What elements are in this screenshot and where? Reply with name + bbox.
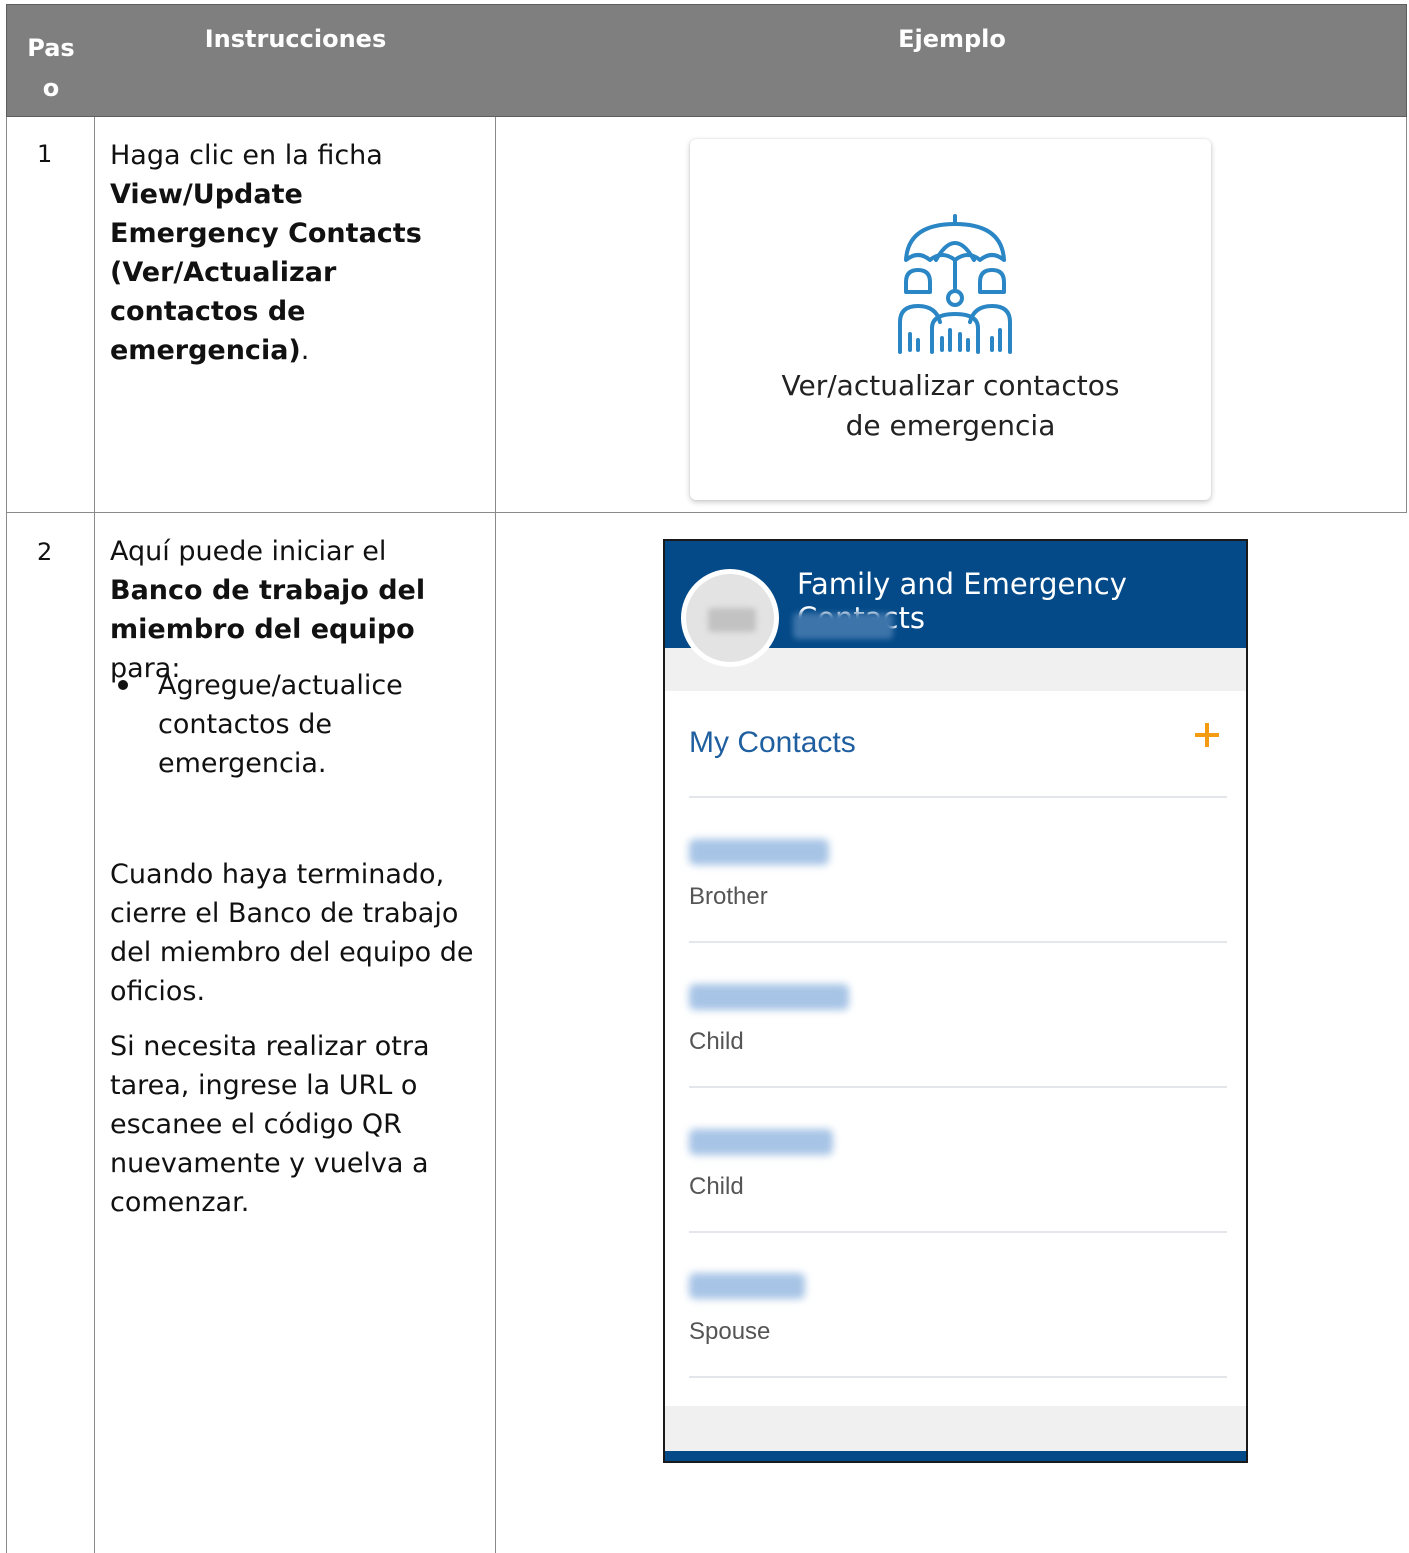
row-divider (6, 512, 1407, 513)
header-example: Ejemplo (898, 25, 1006, 53)
contact-relation: Spouse (689, 1318, 771, 1345)
contacts-card: My Contacts Brother Child Child Spouse (665, 691, 1246, 1406)
tile-label-line1: Ver/actualizar contactos (781, 369, 1120, 402)
header-instructions: Instrucciones (204, 25, 387, 53)
contact-name-redacted[interactable] (689, 1129, 833, 1155)
contacts-screenshot: Family and Emergency Contacts My Contact… (663, 539, 1248, 1463)
plus-icon[interactable] (1195, 723, 1219, 747)
step-number-2: 2 (37, 538, 53, 566)
separator (689, 941, 1227, 943)
step-2-text: Aquí puede iniciar el (110, 536, 387, 567)
step-number-1: 1 (37, 140, 53, 168)
contact-name-redacted[interactable] (689, 1273, 805, 1299)
header-step-line2: o (42, 74, 60, 102)
column-divider-2 (495, 117, 496, 1553)
contact-relation: Child (689, 1028, 744, 1055)
step-1-text: Haga clic en la ficha (110, 140, 383, 171)
tile-label: Ver/actualizar contactos de emergencia (690, 366, 1211, 446)
column-divider-1 (94, 117, 95, 1553)
bullet-text: Agregue/actualice contactos de emergenci… (158, 670, 403, 779)
step-1-text-end: . (300, 335, 310, 366)
header-step: Pas o (7, 5, 95, 118)
separator (689, 796, 1227, 798)
umbrella-family-icon (898, 214, 1012, 354)
tile-label-line2: de emergencia (845, 409, 1056, 442)
step-1-bold: View/Update Emergency Contacts (Ver/Actu… (110, 179, 422, 366)
bullet-item: Agregue/actualice contactos de emergenci… (118, 666, 448, 783)
bullet-dot (118, 680, 128, 690)
table-header: Pas o Instrucciones Ejemplo (6, 4, 1407, 117)
app-footer (665, 1451, 1246, 1461)
table-border-right (1406, 117, 1407, 512)
step-2-instructions: Aquí puede iniciar el Banco de trabajo d… (110, 532, 480, 688)
step-2-paragraph-2: Cuando haya terminado, cierre el Banco d… (110, 859, 474, 1007)
table-border-left (6, 117, 7, 1553)
step-2-bold: Banco de trabajo del miembro del equipo (110, 575, 426, 645)
step-1-instructions: Haga clic en la ficha View/Update Emerge… (110, 136, 480, 370)
separator (689, 1231, 1227, 1233)
avatar (681, 569, 779, 667)
contact-relation: Brother (689, 883, 768, 910)
contact-name-redacted[interactable] (689, 839, 829, 865)
step-2-paragraph-3: Si necesita realizar otra tarea, ingrese… (110, 1031, 430, 1218)
avatar-initials-redacted (708, 608, 756, 632)
header-subtitle-redacted (793, 613, 893, 639)
contact-relation: Child (689, 1173, 744, 1200)
header-step-line1: Pas (27, 34, 75, 62)
contact-name-redacted[interactable] (689, 984, 849, 1010)
section-title: My Contacts (689, 726, 856, 759)
separator (689, 1086, 1227, 1088)
separator (689, 1376, 1227, 1378)
